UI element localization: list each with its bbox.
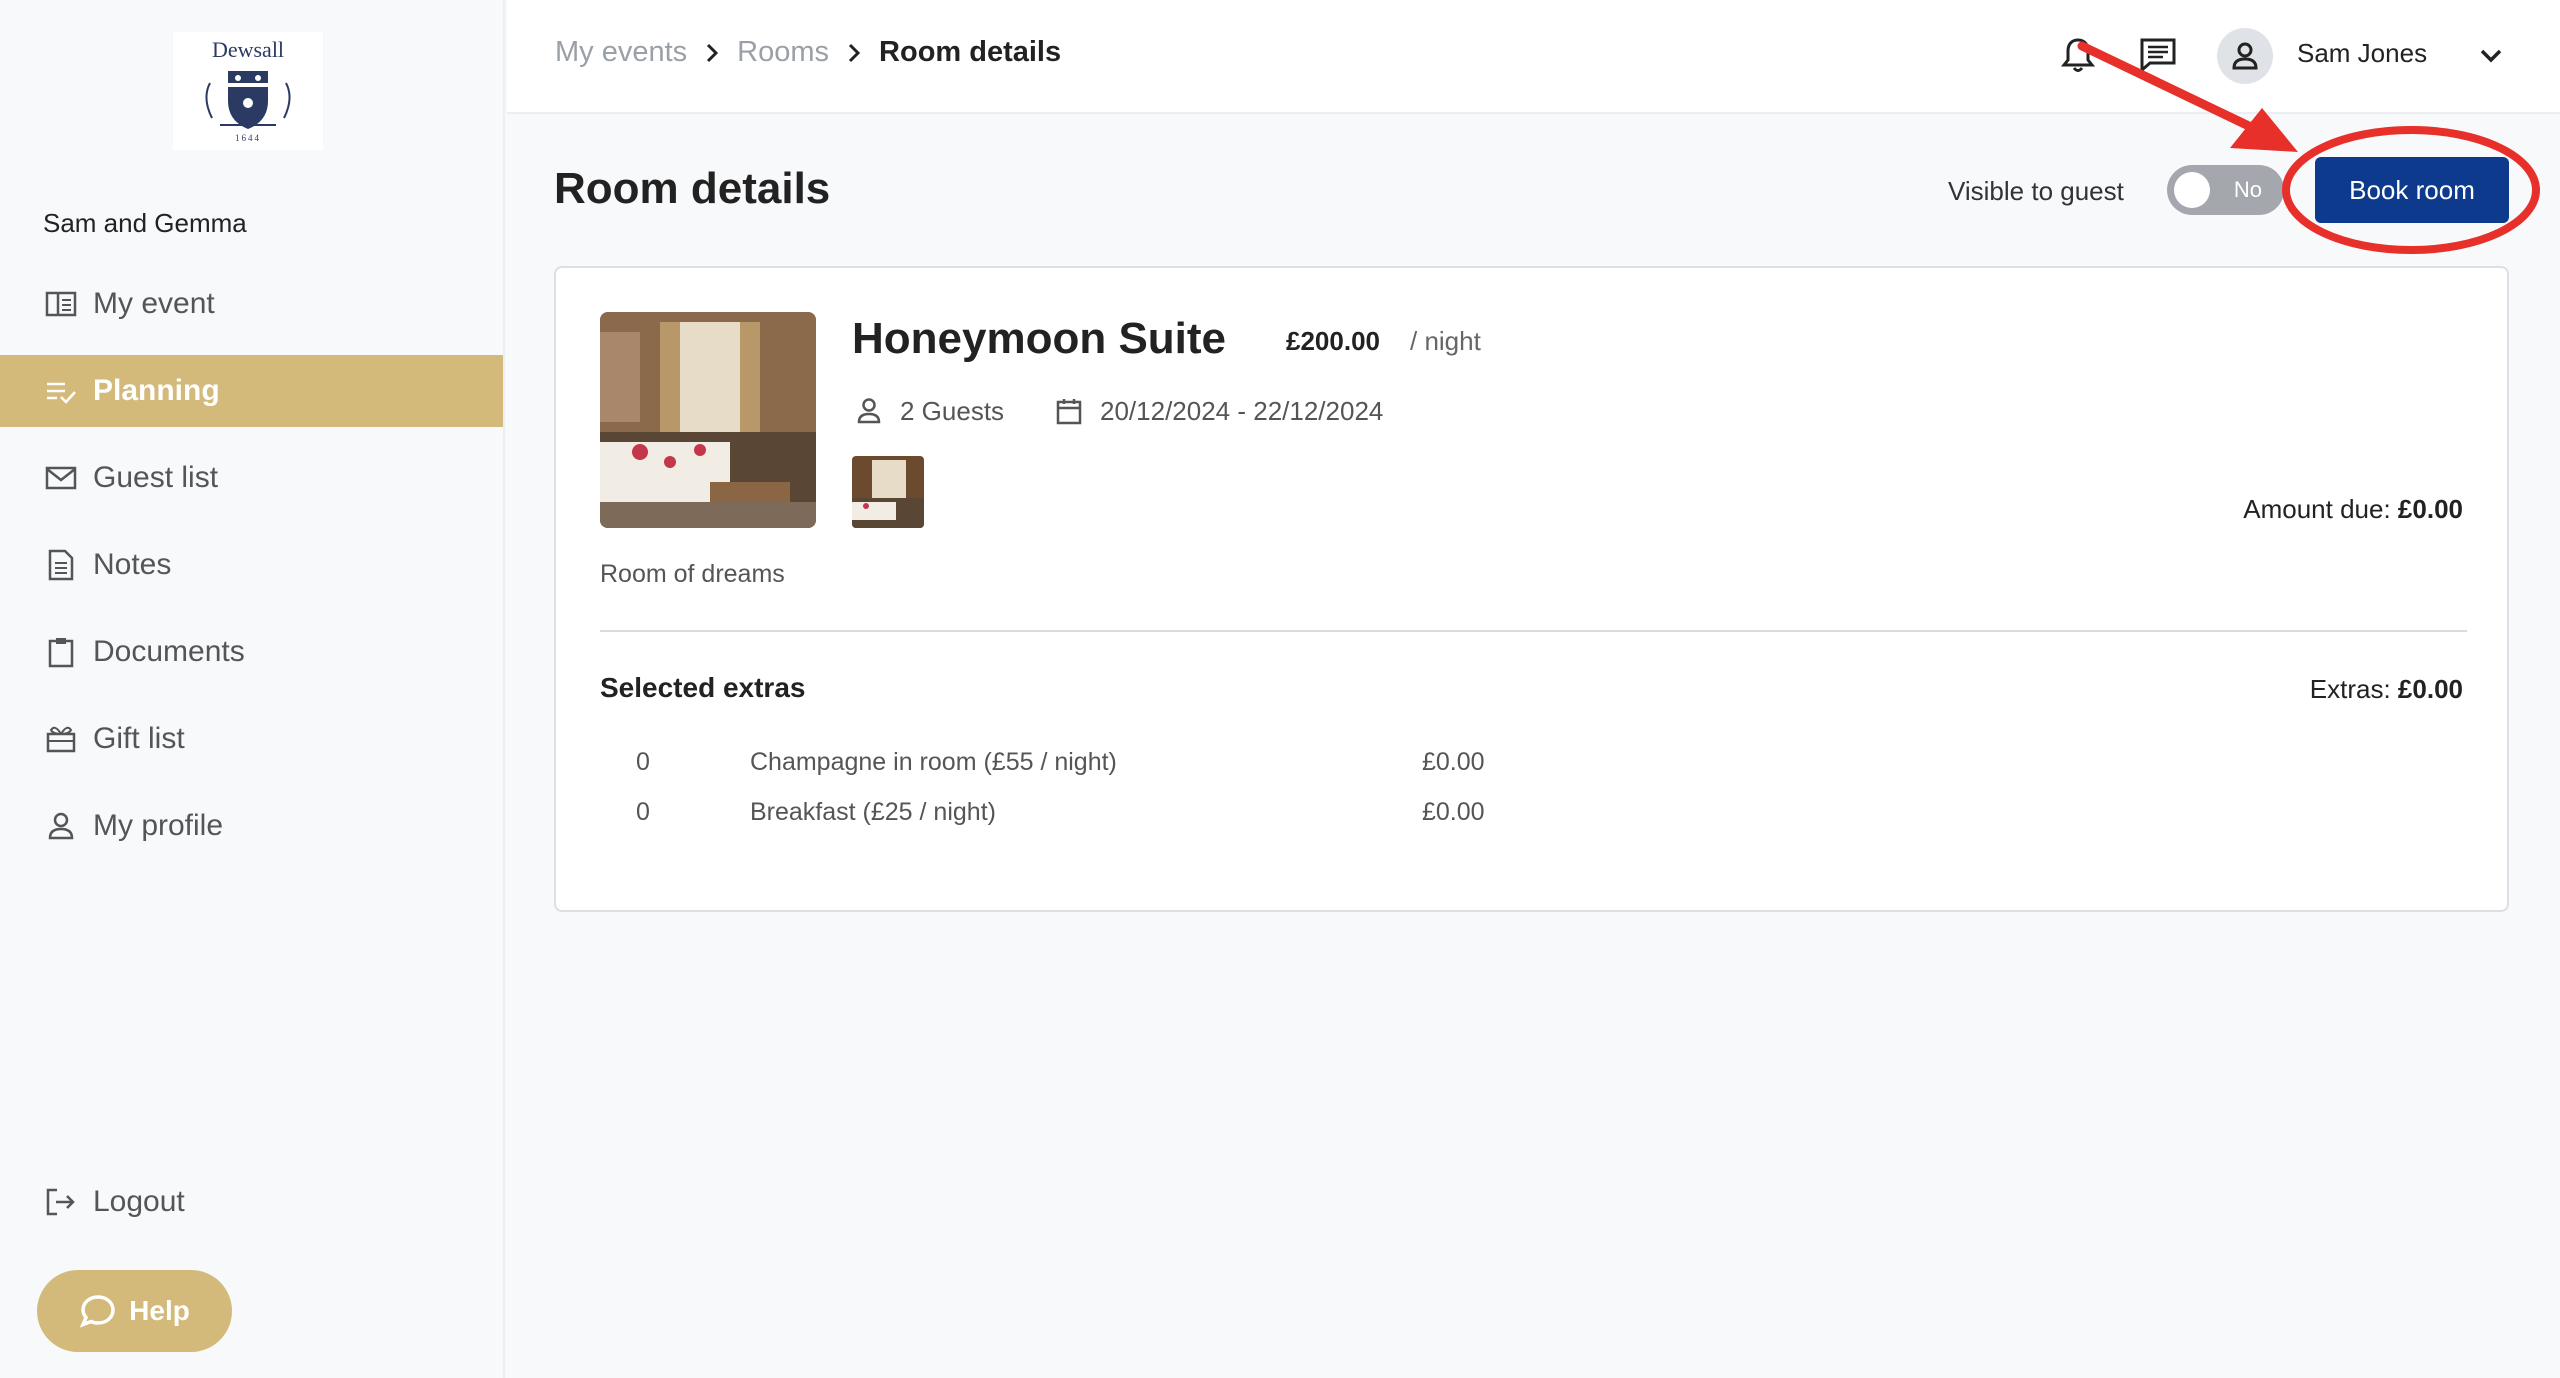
user-icon	[852, 394, 886, 428]
breadcrumb-my-events[interactable]: My events	[555, 36, 687, 69]
page-title: Room details	[554, 164, 831, 213]
chat-bubble-icon	[79, 1295, 115, 1328]
extra-quantity: 0	[636, 798, 650, 826]
checklist-icon	[43, 373, 79, 409]
chevron-right-icon	[705, 42, 719, 64]
gift-icon	[43, 721, 79, 757]
extra-price: £0.00	[1422, 798, 1485, 826]
chevron-right-icon	[847, 42, 861, 64]
extra-row: 0 Champagne in room (£55 / night) £0.00	[636, 748, 1636, 788]
amount-due-value: £0.00	[2397, 494, 2463, 524]
envelope-icon	[43, 460, 79, 496]
bell-icon[interactable]	[2057, 34, 2099, 76]
user-name[interactable]: Sam Jones	[2297, 38, 2427, 69]
sidebar: Dewsall 1644 Sam and Gemma My event Plan…	[0, 0, 505, 1378]
help-label: Help	[129, 1295, 190, 1326]
breadcrumb-room-details: Room details	[879, 36, 1062, 68]
toggle-knob	[2174, 172, 2210, 208]
extras-total-label: Extras:	[2309, 674, 2391, 704]
sidebar-item-label: My profile	[93, 809, 224, 842]
help-button[interactable]: Help	[37, 1270, 232, 1352]
sidebar-item-guest-list[interactable]: Guest list	[0, 442, 503, 514]
annotation-arrowhead	[2230, 108, 2298, 152]
amount-due-label: Amount due:	[2243, 494, 2391, 524]
logo-text: Dewsall	[211, 37, 285, 62]
sidebar-item-label: Gift list	[93, 722, 185, 755]
extra-quantity: 0	[636, 748, 650, 776]
sidebar-item-label: My event	[93, 287, 215, 320]
extra-price: £0.00	[1422, 748, 1485, 776]
room-name: Honeymoon Suite	[852, 314, 1227, 363]
sidebar-item-my-event[interactable]: My event	[0, 268, 503, 340]
sidebar-item-documents[interactable]: Documents	[0, 616, 503, 688]
room-thumbnail[interactable]	[852, 456, 924, 528]
extra-name: Champagne in room (£55 / night)	[750, 748, 1117, 776]
room-photo[interactable]	[600, 312, 816, 528]
room-details-card: Honeymoon Suite £200.00 / night 2 Guests…	[554, 266, 2509, 912]
sidebar-item-label: Planning	[93, 374, 220, 407]
sidebar-item-label: Guest list	[93, 461, 219, 494]
extras-total-value: £0.00	[2397, 674, 2463, 704]
divider	[600, 630, 2467, 632]
logout-icon	[43, 1184, 79, 1220]
visible-to-guest-toggle[interactable]: No	[2167, 165, 2284, 215]
venue-logo[interactable]: Dewsall 1644	[173, 32, 323, 150]
chevron-down-icon[interactable]	[2475, 40, 2507, 72]
stay-dates: 20/12/2024 - 22/12/2024	[1100, 395, 1384, 426]
top-bar: My events Rooms Room details Sam Jones	[507, 0, 2560, 114]
guests-count: 2 Guests	[900, 395, 1005, 426]
room-description: Room of dreams	[600, 560, 785, 588]
calendar-icon	[1052, 394, 1086, 428]
extra-name: Breakfast (£25 / night)	[750, 798, 996, 826]
event-name: Sam and Gemma	[43, 208, 247, 238]
sidebar-item-planning[interactable]: Planning	[0, 355, 503, 427]
sidebar-nav: My event Planning Guest list Notes Docum…	[0, 268, 503, 877]
sidebar-item-label: Notes	[93, 548, 172, 581]
book-open-icon	[43, 286, 79, 322]
avatar[interactable]	[2217, 28, 2273, 84]
sidebar-item-gift-list[interactable]: Gift list	[0, 703, 503, 775]
extra-row: 0 Breakfast (£25 / night) £0.00	[636, 798, 1636, 838]
room-price: £200.00	[1286, 326, 1380, 356]
breadcrumb-rooms[interactable]: Rooms	[737, 36, 829, 69]
guests-info: 2 Guests	[852, 394, 1004, 428]
user-icon	[2232, 42, 2258, 70]
sidebar-item-label: Documents	[93, 635, 245, 668]
toggle-value: No	[2233, 177, 2262, 202]
amount-due: Amount due: £0.00	[2243, 494, 2463, 525]
user-icon	[43, 808, 79, 844]
sidebar-item-notes[interactable]: Notes	[0, 529, 503, 601]
extras-total: Extras: £0.00	[2310, 674, 2463, 705]
dates-info: 20/12/2024 - 22/12/2024	[1052, 394, 1383, 428]
clipboard-icon	[43, 634, 79, 670]
logo-year: 1644	[235, 133, 261, 143]
logout-label: Logout	[93, 1185, 185, 1218]
crest-icon	[205, 71, 291, 129]
document-icon	[43, 547, 79, 583]
logout-link[interactable]: Logout	[43, 1184, 185, 1220]
breadcrumb: My events Rooms Room details	[555, 36, 1061, 69]
extras-title: Selected extras	[600, 672, 806, 703]
price-unit: / night	[1410, 326, 1481, 356]
sidebar-item-my-profile[interactable]: My profile	[0, 790, 503, 862]
book-room-button[interactable]: Book room	[2315, 157, 2509, 223]
messages-icon[interactable]	[2137, 34, 2179, 76]
visible-to-guest-label: Visible to guest	[1948, 176, 2124, 206]
